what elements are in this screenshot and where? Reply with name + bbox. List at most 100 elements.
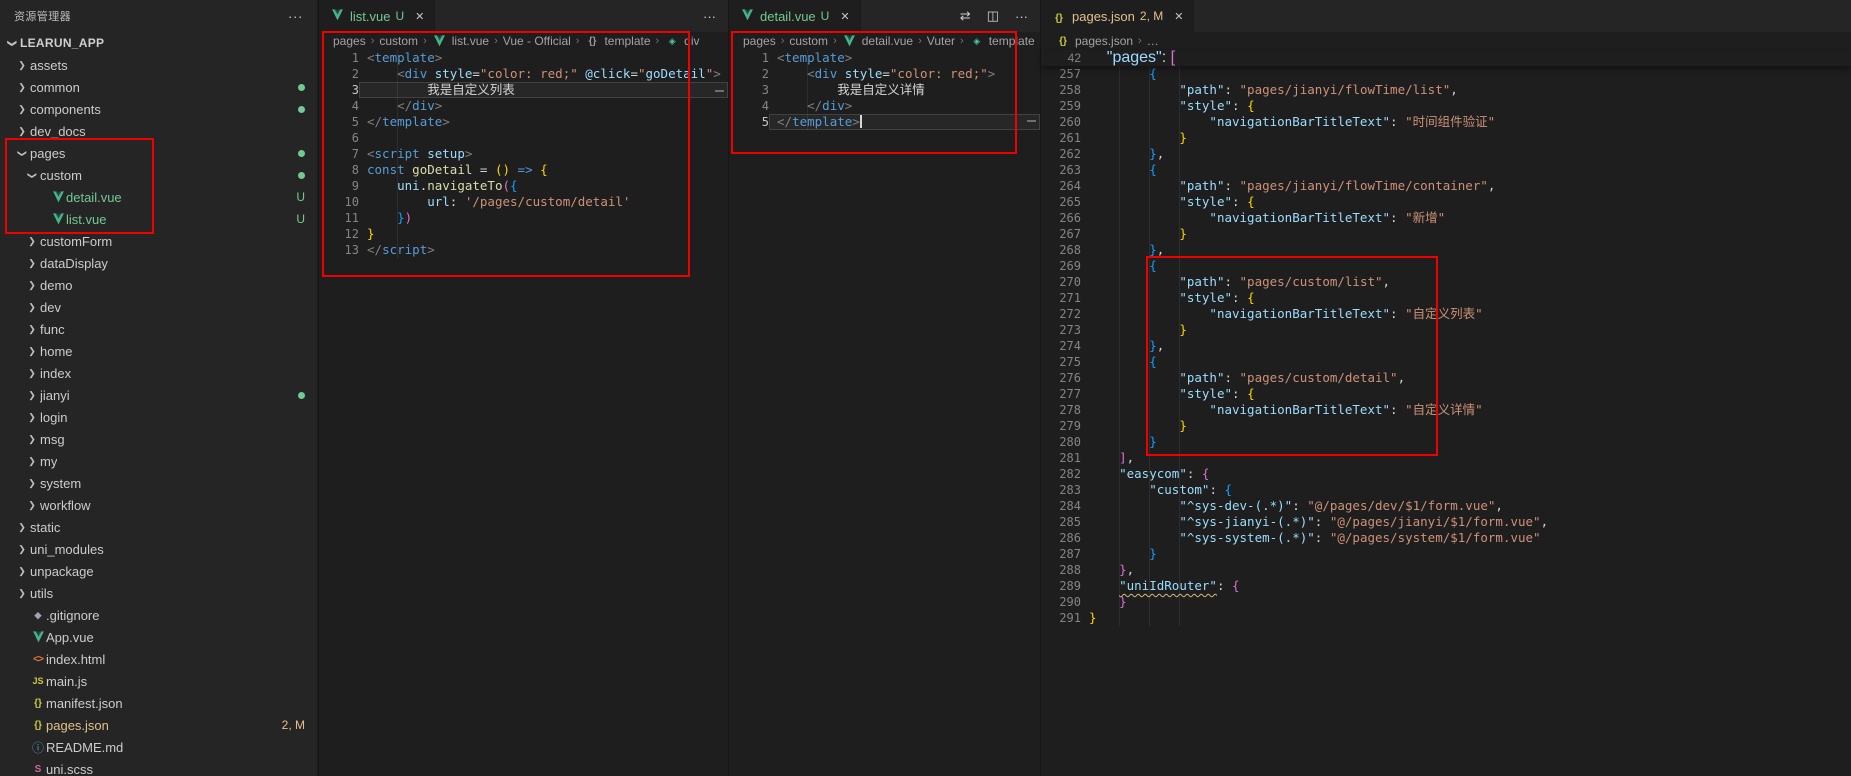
code-editor-pages-json[interactable]: 257 {258 "path": "pages/jianyi/flowTime/… (1041, 66, 1851, 626)
breadcrumb-item[interactable]: ◈div (664, 34, 699, 48)
code-line-281[interactable]: 281 ], (1041, 450, 1851, 466)
code-editor-list-vue[interactable]: 1<template>2 <div style="color: red;" @c… (319, 50, 728, 258)
sidebar-item-demo[interactable]: ❯demo (0, 274, 317, 296)
sidebar-item-manifest-json[interactable]: {}manifest.json (0, 692, 317, 714)
breadcrumb-item[interactable]: {}template (584, 34, 650, 48)
more-actions-icon[interactable]: ··· (288, 8, 303, 24)
sidebar-item-workflow[interactable]: ❯workflow (0, 494, 317, 516)
sidebar-item-msg[interactable]: ❯msg (0, 428, 317, 450)
code-line-12[interactable]: 12} (319, 226, 728, 242)
code-line-261[interactable]: 261 } (1041, 130, 1851, 146)
tab-pages-json[interactable]: {} pages.json 2, M ✕ (1041, 0, 1194, 32)
code-line-42[interactable]: 42 "pages": [ (1041, 50, 1851, 66)
breadcrumb-item[interactable]: {}pages.json (1055, 34, 1133, 48)
code-line-13[interactable]: 13</script> (319, 242, 728, 258)
code-line-289[interactable]: 289 "uniIdRouter": { (1041, 578, 1851, 594)
sidebar-item-pages-json[interactable]: {}pages.json2, M (0, 714, 317, 736)
code-line-268[interactable]: 268 }, (1041, 242, 1851, 258)
code-line-4[interactable]: 4 </div> (729, 98, 1040, 114)
code-line-7[interactable]: 7<script setup> (319, 146, 728, 162)
code-line-291[interactable]: 291} (1041, 610, 1851, 626)
code-line-278[interactable]: 278 "navigationBarTitleText": "自定义详情" (1041, 402, 1851, 418)
sidebar-item-unpackage[interactable]: ❯unpackage (0, 560, 317, 582)
sidebar-item-components[interactable]: ❯components (0, 98, 317, 120)
code-line-2[interactable]: 2 <div style="color: red;" @click="goDet… (319, 66, 728, 82)
sidebar-item-app-vue[interactable]: App.vue (0, 626, 317, 648)
breadcrumb-item[interactable]: ◈template (969, 34, 1035, 48)
code-line-273[interactable]: 273 } (1041, 322, 1851, 338)
sidebar-item-detail-vue[interactable]: detail.vueU (0, 186, 317, 208)
code-line-288[interactable]: 288 }, (1041, 562, 1851, 578)
code-line-277[interactable]: 277 "style": { (1041, 386, 1851, 402)
breadcrumb-item[interactable]: pages (743, 34, 776, 48)
sidebar-item-learun-app[interactable]: ❯LEARUN_APP (0, 32, 317, 54)
ellipsis-icon[interactable]: ··· (703, 9, 716, 24)
code-line-260[interactable]: 260 "navigationBarTitleText": "时间组件验证" (1041, 114, 1851, 130)
sidebar-item-main-js[interactable]: JSmain.js (0, 670, 317, 692)
code-line-285[interactable]: 285 "^sys-jianyi-(.*)": "@/pages/jianyi/… (1041, 514, 1851, 530)
code-line-284[interactable]: 284 "^sys-dev-(.*)": "@/pages/dev/$1/for… (1041, 498, 1851, 514)
code-line-5[interactable]: 5</template> (319, 114, 728, 130)
sidebar-item-list-vue[interactable]: list.vueU (0, 208, 317, 230)
ellipsis-icon[interactable]: ··· (1015, 9, 1028, 24)
code-line-270[interactable]: 270 "path": "pages/custom/list", (1041, 274, 1851, 290)
breadcrumb-item[interactable]: Vue - Official (503, 34, 571, 48)
compare-icon[interactable]: ⇄ (960, 8, 971, 24)
code-line-274[interactable]: 274 }, (1041, 338, 1851, 354)
sidebar-item-common[interactable]: ❯common (0, 76, 317, 98)
sidebar-item-customform[interactable]: ❯customForm (0, 230, 317, 252)
code-line-259[interactable]: 259 "style": { (1041, 98, 1851, 114)
sidebar-item-index-html[interactable]: <>index.html (0, 648, 317, 670)
breadcrumb-item[interactable]: detail.vue (842, 34, 913, 48)
sidebar-item-home[interactable]: ❯home (0, 340, 317, 362)
code-line-263[interactable]: 263 { (1041, 162, 1851, 178)
code-line-283[interactable]: 283 "custom": { (1041, 482, 1851, 498)
sidebar-item-login[interactable]: ❯login (0, 406, 317, 428)
split-icon[interactable]: ◫ (987, 8, 999, 24)
breadcrumb-item[interactable]: pages (333, 34, 366, 48)
breadcrumb-item[interactable]: … (1147, 34, 1159, 48)
code-line-258[interactable]: 258 "path": "pages/jianyi/flowTime/list"… (1041, 82, 1851, 98)
code-line-276[interactable]: 276 "path": "pages/custom/detail", (1041, 370, 1851, 386)
sidebar-item-system[interactable]: ❯system (0, 472, 317, 494)
code-line-11[interactable]: 11 }) (319, 210, 728, 226)
code-line-5[interactable]: 5</template> (729, 114, 1040, 130)
code-line-269[interactable]: 269 { (1041, 258, 1851, 274)
code-line-279[interactable]: 279 } (1041, 418, 1851, 434)
code-line-4[interactable]: 4 </div> (319, 98, 728, 114)
code-line-275[interactable]: 275 { (1041, 354, 1851, 370)
breadcrumb-item[interactable]: Vuter (927, 34, 955, 48)
code-line-264[interactable]: 264 "path": "pages/jianyi/flowTime/conta… (1041, 178, 1851, 194)
code-line-257[interactable]: 257 { (1041, 66, 1851, 82)
close-icon[interactable]: ✕ (840, 10, 849, 23)
sidebar-item-utils[interactable]: ❯utils (0, 582, 317, 604)
code-line-267[interactable]: 267 } (1041, 226, 1851, 242)
sidebar-item-pages[interactable]: ❯pages (0, 142, 317, 164)
sidebar-item-static[interactable]: ❯static (0, 516, 317, 538)
tab-list-vue[interactable]: list.vue U ✕ (319, 0, 435, 32)
sidebar-item-jianyi[interactable]: ❯jianyi (0, 384, 317, 406)
breadcrumb-item[interactable]: custom (379, 34, 418, 48)
code-line-266[interactable]: 266 "navigationBarTitleText": "新增" (1041, 210, 1851, 226)
code-line-10[interactable]: 10 url: '/pages/custom/detail' (319, 194, 728, 210)
code-line-2[interactable]: 2 <div style="color: red;"> (729, 66, 1040, 82)
code-line-286[interactable]: 286 "^sys-system-(.*)": "@/pages/system/… (1041, 530, 1851, 546)
sticky-scroll-line[interactable]: 42 "pages": [ (1041, 50, 1851, 66)
sidebar-item-readme-md[interactable]: ⓘREADME.md (0, 736, 317, 758)
close-icon[interactable]: ✕ (415, 10, 424, 23)
sidebar-item-dev[interactable]: ❯dev (0, 296, 317, 318)
code-editor-detail-vue[interactable]: 1<template>2 <div style="color: red;">3 … (729, 50, 1040, 130)
sidebar-item-gitignore[interactable]: ◆.gitignore (0, 604, 317, 626)
sidebar-item-assets[interactable]: ❯assets (0, 54, 317, 76)
code-line-262[interactable]: 262 }, (1041, 146, 1851, 162)
sidebar-item-dev-docs[interactable]: ❯dev_docs (0, 120, 317, 142)
sidebar-item-func[interactable]: ❯func (0, 318, 317, 340)
close-icon[interactable]: ✕ (1174, 10, 1183, 23)
breadcrumb-item[interactable]: custom (789, 34, 828, 48)
tab-detail-vue[interactable]: detail.vue U ✕ (729, 0, 861, 32)
breadcrumb-item[interactable]: list.vue (432, 34, 489, 48)
sidebar-item-uni-scss[interactable]: Suni.scss (0, 758, 317, 776)
code-line-280[interactable]: 280 } (1041, 434, 1851, 450)
code-line-287[interactable]: 287 } (1041, 546, 1851, 562)
code-line-9[interactable]: 9 uni.navigateTo({ (319, 178, 728, 194)
